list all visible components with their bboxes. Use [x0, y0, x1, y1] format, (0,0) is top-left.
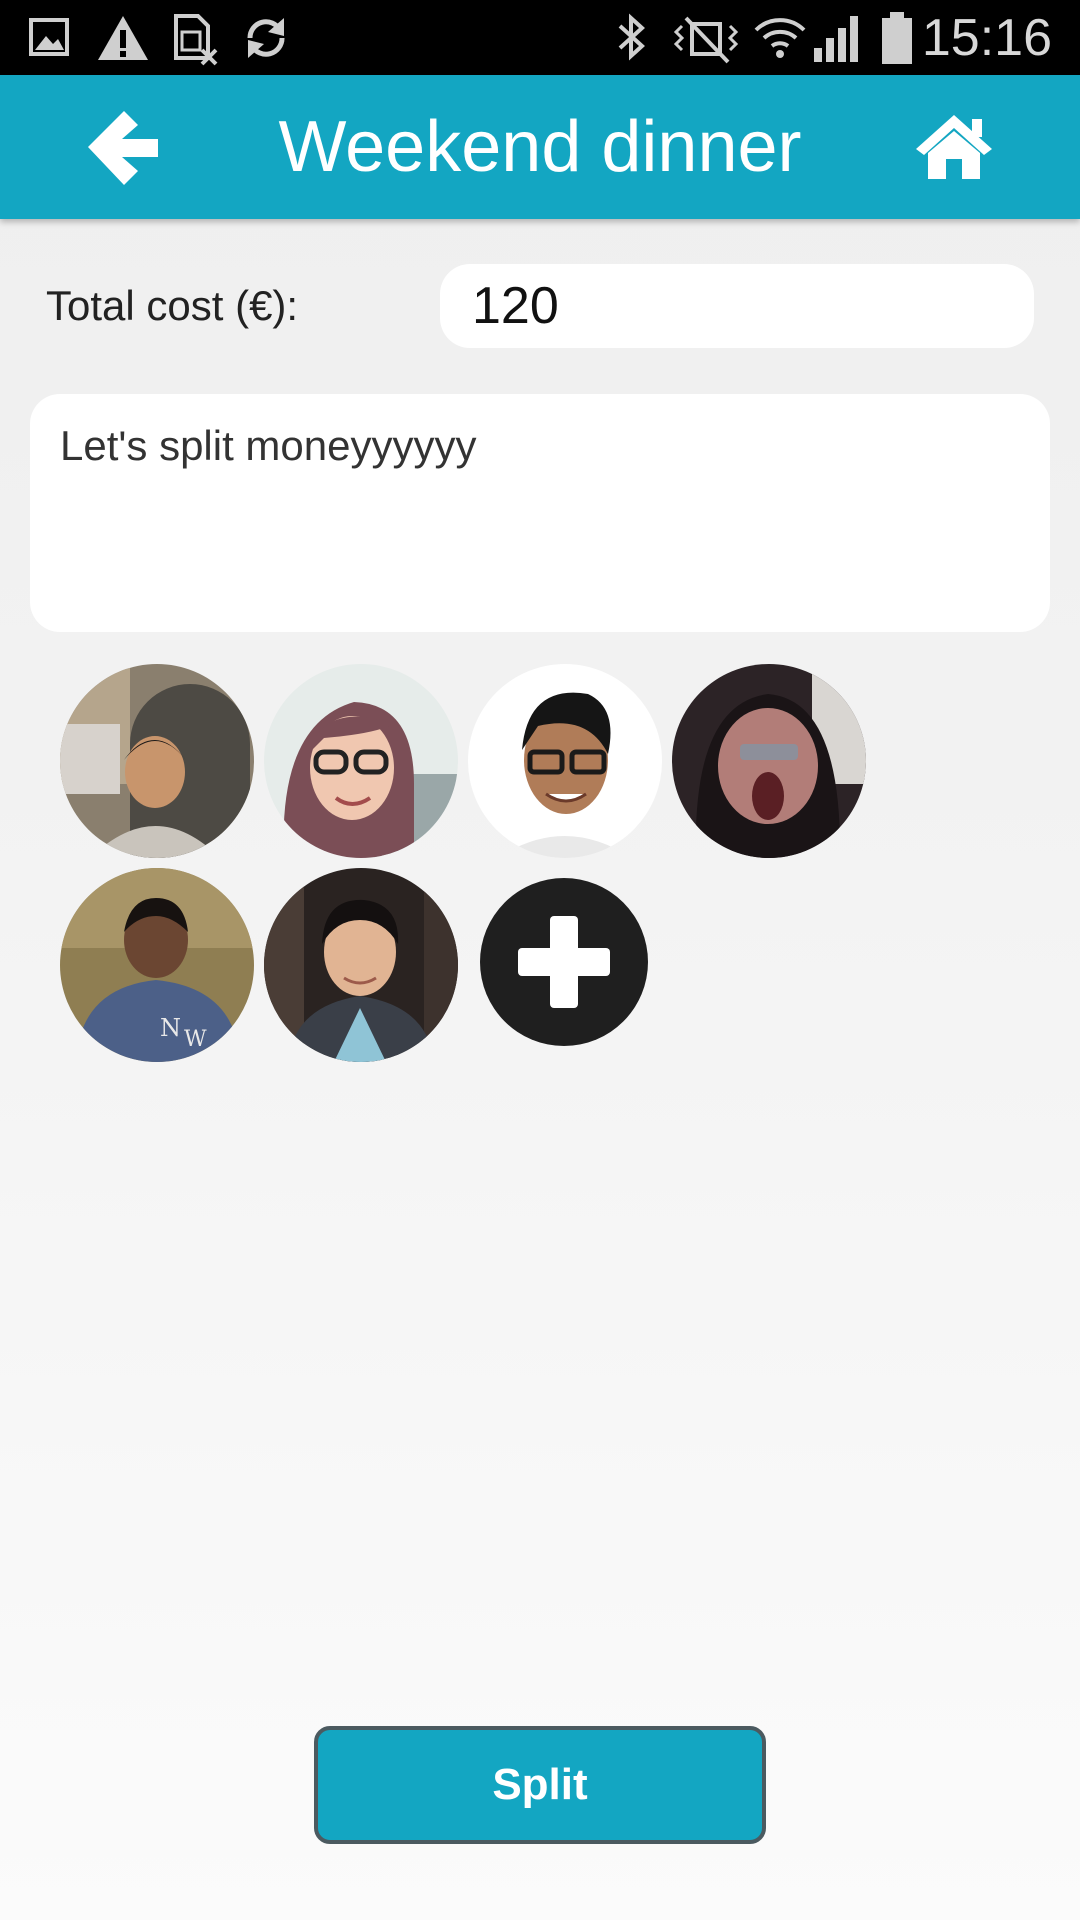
- back-button[interactable]: [78, 101, 170, 193]
- participant-avatar-5[interactable]: N W: [60, 868, 254, 1062]
- description-field[interactable]: Let's split moneyyyyyy: [30, 394, 1050, 632]
- participant-avatar-1[interactable]: [60, 664, 254, 858]
- add-participant-button[interactable]: [480, 878, 648, 1046]
- participant-avatar-3[interactable]: [468, 664, 662, 858]
- participant-avatar-2[interactable]: [264, 664, 458, 858]
- home-icon: [916, 115, 992, 179]
- page-title: Weekend dinner: [278, 107, 802, 187]
- sync-icon: [247, 18, 285, 58]
- split-button-label: Split: [492, 1760, 588, 1809]
- plus-icon: [518, 916, 610, 1008]
- home-button[interactable]: [908, 101, 1000, 193]
- participant-avatar-4[interactable]: [672, 664, 866, 858]
- app-bar: Weekend dinner: [0, 75, 1080, 219]
- battery-icon: [882, 12, 912, 64]
- image-icon: [29, 18, 69, 56]
- signal-icon: [814, 16, 858, 62]
- wifi-icon: [754, 18, 806, 58]
- description-text: Let's split moneyyyyyy: [60, 422, 477, 469]
- total-cost-input[interactable]: [440, 264, 1034, 348]
- status-time: 15:16: [921, 9, 1052, 67]
- warning-icon: [98, 16, 148, 60]
- sim-off-icon: [174, 14, 218, 66]
- vibrate-icon: [673, 16, 739, 64]
- svg-text:N: N: [160, 1014, 181, 1042]
- total-cost-label: Total cost (€):: [46, 282, 299, 329]
- svg-text:W: W: [184, 1027, 207, 1052]
- status-bar: 15:16: [0, 0, 1080, 75]
- participant-avatar-6[interactable]: [264, 868, 458, 1062]
- arrow-left-icon: [88, 111, 158, 185]
- bluetooth-icon: [618, 13, 645, 61]
- split-button[interactable]: Split: [314, 1726, 766, 1844]
